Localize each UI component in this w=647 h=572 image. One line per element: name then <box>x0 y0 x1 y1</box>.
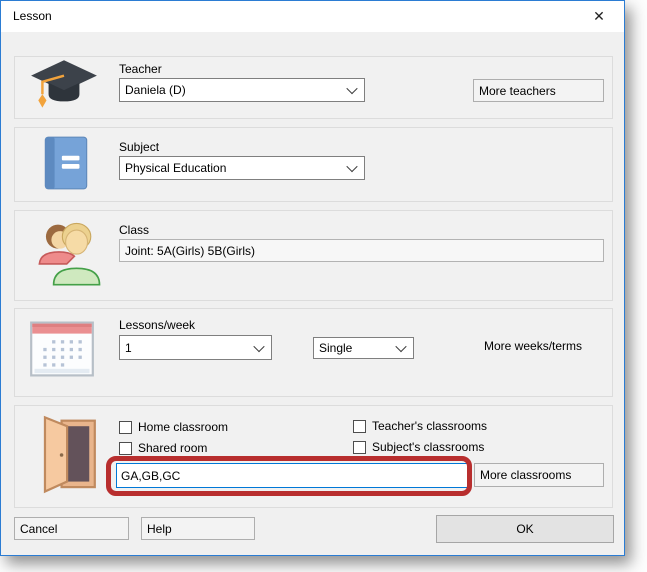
teacher-selected-value: Daniela (D) <box>125 83 342 97</box>
chevron-down-icon <box>346 161 357 172</box>
screen: Lesson ✕ Teacher Daniela (D) More teache… <box>0 0 647 572</box>
lessons-week-label: Lessons/week <box>119 318 195 332</box>
ok-button[interactable]: OK <box>436 515 614 543</box>
home-classroom-checkbox[interactable]: Home classroom <box>119 420 228 434</box>
dialog-title: Lesson <box>13 9 52 23</box>
classrooms-input[interactable] <box>116 463 469 488</box>
close-icon: ✕ <box>593 8 605 25</box>
subjects-classrooms-checkbox[interactable]: Subject's classrooms <box>353 440 484 454</box>
book-icon <box>37 131 95 195</box>
shared-room-checkbox[interactable]: Shared room <box>119 441 207 455</box>
checkbox-box[interactable] <box>119 421 132 434</box>
cancel-button[interactable]: Cancel <box>14 517 129 540</box>
lessons-count-select[interactable]: 1 <box>119 335 272 360</box>
classroom-section <box>14 405 613 508</box>
close-button[interactable]: ✕ <box>582 3 616 30</box>
chevron-down-icon <box>395 341 406 352</box>
students-icon <box>35 214 105 292</box>
graduation-cap-icon <box>28 58 100 116</box>
lesson-dialog: Lesson ✕ Teacher Daniela (D) More teache… <box>0 0 625 556</box>
checkbox-box[interactable] <box>353 441 366 454</box>
more-classrooms-button[interactable]: More classrooms <box>474 463 604 487</box>
chevron-down-icon <box>346 83 357 94</box>
subject-select[interactable]: Physical Education <box>119 156 365 180</box>
class-label: Class <box>119 223 149 237</box>
teachers-classrooms-checkbox[interactable]: Teacher's classrooms <box>353 419 487 433</box>
lesson-type-select[interactable]: Single <box>313 337 414 359</box>
lessons-count-value: 1 <box>125 341 249 355</box>
teacher-select[interactable]: Daniela (D) <box>119 78 365 102</box>
lesson-type-value: Single <box>319 341 391 355</box>
subject-label: Subject <box>119 140 159 154</box>
more-weeks-terms-button[interactable]: More weeks/terms <box>484 339 582 353</box>
door-icon <box>35 413 97 497</box>
class-value: Joint: 5A(Girls) 5B(Girls) <box>125 244 255 258</box>
help-button[interactable]: Help <box>141 517 255 540</box>
titlebar: Lesson ✕ <box>1 1 624 32</box>
checkbox-box[interactable] <box>353 420 366 433</box>
more-teachers-button[interactable]: More teachers <box>473 79 604 102</box>
checkbox-box[interactable] <box>119 442 132 455</box>
class-field: Joint: 5A(Girls) 5B(Girls) <box>119 239 604 262</box>
teacher-label: Teacher <box>119 62 162 76</box>
chevron-down-icon <box>253 340 264 351</box>
calendar-icon <box>29 318 95 380</box>
subject-selected-value: Physical Education <box>125 161 342 175</box>
